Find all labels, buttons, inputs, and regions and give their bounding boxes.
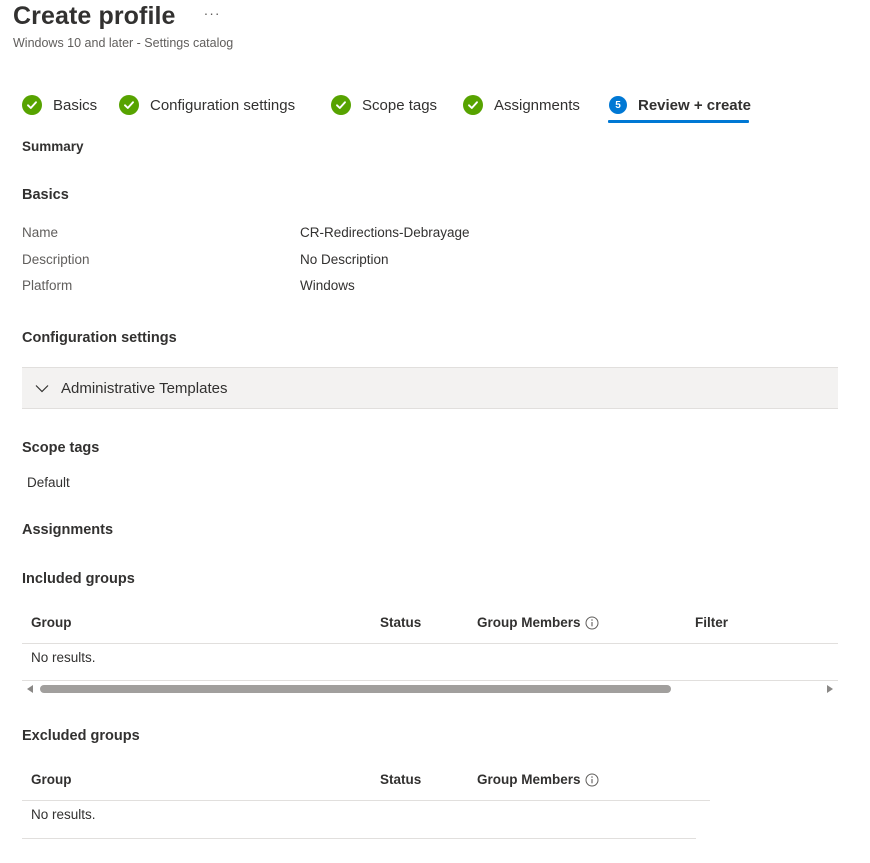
column-header-filter[interactable]: Filter [695, 615, 728, 630]
horizontal-scrollbar[interactable] [22, 682, 838, 696]
included-groups-heading: Included groups [22, 571, 135, 587]
wizard-steps: Basics Configuration settings Scope tags… [22, 92, 862, 124]
platform-value: Windows [300, 278, 355, 293]
checkmark-icon [331, 95, 351, 115]
header: Create profile ··· [13, 2, 221, 31]
page-title: Create profile [13, 2, 176, 30]
step-label: Assignments [494, 96, 580, 114]
info-icon[interactable] [585, 773, 599, 787]
scrollbar-thumb[interactable] [40, 685, 671, 693]
step-label: Review + create [638, 96, 751, 114]
page-subtitle: Windows 10 and later - Settings catalog [13, 36, 234, 50]
column-header-group-members[interactable]: Group Members [477, 772, 599, 787]
step-review-create[interactable]: 5 Review + create [609, 92, 751, 118]
summary-heading: Summary [22, 139, 84, 154]
scope-tag-value: Default [27, 475, 70, 490]
step-scope-tags[interactable]: Scope tags [331, 92, 437, 118]
checkmark-icon [22, 95, 42, 115]
checkmark-icon [119, 95, 139, 115]
step-label: Configuration settings [150, 96, 296, 114]
administrative-templates-accordion[interactable]: Administrative Templates [22, 367, 838, 409]
description-value: No Description [300, 252, 389, 267]
name-value: CR-Redirections-Debrayage [300, 225, 470, 240]
step-basics[interactable]: Basics [22, 92, 97, 118]
column-header-status[interactable]: Status [380, 615, 421, 630]
column-header-group[interactable]: Group [31, 772, 72, 787]
row-divider [22, 680, 838, 681]
step-configuration-settings[interactable]: Configuration settings [119, 92, 295, 118]
scroll-right-icon[interactable] [827, 685, 833, 693]
step-number-badge: 5 [609, 96, 627, 114]
more-options-button[interactable]: ··· [204, 5, 221, 21]
description-key: Description [22, 252, 90, 267]
empty-state-text: No results. [31, 807, 96, 822]
column-header-label: Group Members [477, 772, 581, 787]
column-header-label: Group Members [477, 615, 581, 630]
info-icon[interactable] [585, 616, 599, 630]
configuration-settings-heading: Configuration settings [22, 330, 177, 346]
chevron-down-icon [35, 381, 49, 395]
basics-heading: Basics [22, 187, 69, 203]
step-label: Scope tags [362, 96, 438, 114]
checkmark-icon [463, 95, 483, 115]
header-divider [22, 800, 710, 801]
empty-state-text: No results. [31, 650, 96, 665]
column-header-group-members[interactable]: Group Members [477, 615, 599, 630]
header-divider [22, 643, 838, 644]
step-assignments[interactable]: Assignments [463, 92, 580, 118]
row-divider [22, 838, 696, 839]
step-label: Basics [53, 96, 98, 114]
platform-key: Platform [22, 278, 73, 293]
column-header-group[interactable]: Group [31, 615, 72, 630]
name-key: Name [22, 225, 59, 240]
active-step-indicator [608, 120, 749, 123]
assignments-heading: Assignments [22, 522, 114, 538]
accordion-label: Administrative Templates [61, 379, 228, 397]
column-header-status[interactable]: Status [380, 772, 421, 787]
scope-tags-heading: Scope tags [22, 440, 100, 456]
scroll-left-icon[interactable] [27, 685, 33, 693]
excluded-groups-heading: Excluded groups [22, 728, 140, 744]
